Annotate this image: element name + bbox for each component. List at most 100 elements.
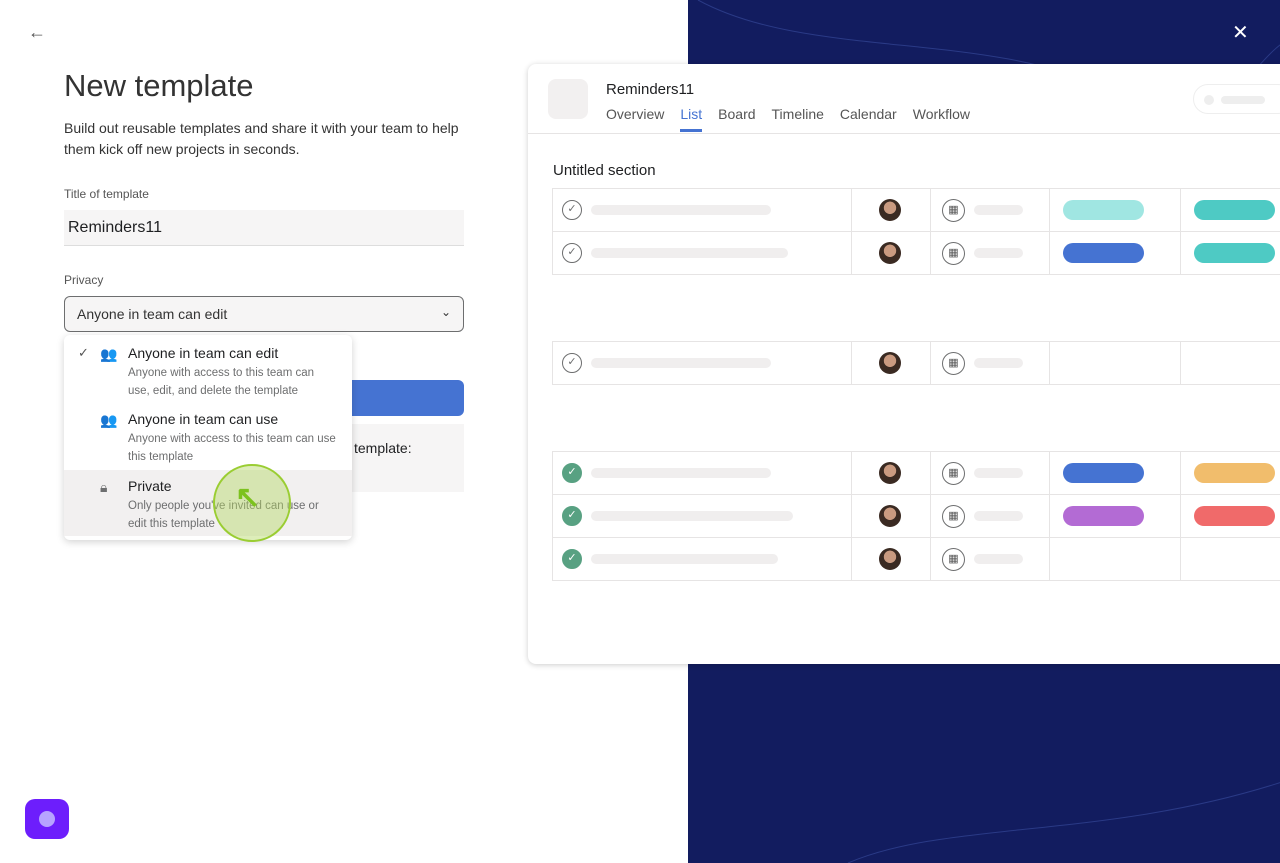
- tab-list[interactable]: List: [680, 106, 703, 132]
- cell-divider: [851, 495, 852, 537]
- cell-divider: [1180, 342, 1181, 384]
- title-input[interactable]: [64, 210, 464, 246]
- cell-divider: [1180, 452, 1181, 494]
- option-desc: Anyone with access to this team can use,…: [128, 367, 315, 397]
- task-row: ✓ ▦: [552, 494, 1280, 538]
- placeholder-bar: [591, 205, 771, 215]
- cell-divider: [1049, 495, 1050, 537]
- arrow-icon: ↖: [235, 481, 261, 514]
- cell-divider: [1049, 452, 1050, 494]
- cell-divider: [1049, 232, 1050, 274]
- tab-overview[interactable]: Overview: [606, 106, 664, 132]
- project-tabs: Overview List Board Timeline Calendar Wo…: [606, 106, 970, 132]
- cell-divider: [851, 189, 852, 231]
- privacy-dropdown: ✓ 👥 Anyone in team can edit Anyone with …: [64, 335, 352, 540]
- placeholder-bar: [591, 511, 793, 521]
- tab-timeline[interactable]: Timeline: [772, 106, 824, 132]
- divider: [528, 133, 1280, 134]
- calendar-icon[interactable]: ▦: [942, 242, 965, 265]
- cell-divider: [930, 538, 931, 580]
- chevron-down-icon: ⌄: [440, 305, 451, 319]
- people-icon: 👥: [100, 346, 118, 362]
- tag-pill: [1063, 200, 1144, 220]
- placeholder-bar: [591, 248, 788, 258]
- cell-divider: [1180, 495, 1181, 537]
- placeholder-bar: [591, 468, 771, 478]
- placeholder-toggle: [1193, 84, 1280, 114]
- task-row: ✓ ▦: [552, 231, 1280, 275]
- cell-divider: [1049, 189, 1050, 231]
- page-description: Build out reusable templates and share i…: [64, 120, 459, 157]
- privacy-value: Anyone in team can edit: [77, 306, 228, 322]
- tag-pill: [1063, 243, 1144, 263]
- project-name: Reminders11: [606, 81, 695, 98]
- avatar: [879, 462, 901, 484]
- cell-divider: [930, 342, 931, 384]
- title-label: Title of template: [64, 187, 149, 201]
- lock-icon: 🔒︎: [100, 479, 108, 495]
- chat-icon: [39, 811, 55, 827]
- option-label: Anyone in team can edit: [128, 345, 279, 361]
- cell-divider: [1180, 189, 1181, 231]
- check-icon: ✓: [78, 345, 89, 360]
- check-circle-icon[interactable]: ✓: [562, 463, 582, 483]
- avatar: [879, 548, 901, 570]
- tag-pill: [1194, 200, 1275, 220]
- arrow-left-icon[interactable]: ←: [28, 22, 46, 43]
- calendar-icon[interactable]: ▦: [942, 462, 965, 485]
- option-label: Anyone in team can use: [128, 411, 279, 427]
- placeholder-bar: [974, 205, 1023, 215]
- task-row: ✓ ▦: [552, 188, 1280, 232]
- check-circle-icon[interactable]: ✓: [562, 506, 582, 526]
- option-private[interactable]: 🔒︎ Private Only people you've invited ca…: [64, 470, 352, 536]
- placeholder-bar: [974, 511, 1023, 521]
- avatar: [879, 352, 901, 374]
- chat-button[interactable]: [25, 799, 69, 839]
- placeholder-bar: [591, 554, 778, 564]
- privacy-label: Privacy: [64, 273, 104, 287]
- calendar-icon[interactable]: ▦: [942, 199, 965, 222]
- cell-divider: [1049, 538, 1050, 580]
- cell-divider: [930, 189, 931, 231]
- check-circle-icon[interactable]: ✓: [562, 200, 582, 220]
- calendar-icon[interactable]: ▦: [942, 548, 965, 571]
- check-circle-icon[interactable]: ✓: [562, 243, 582, 263]
- section-title: Untitled section: [553, 162, 656, 179]
- cell-divider: [851, 452, 852, 494]
- option-desc: Anyone with access to this team can use …: [128, 433, 336, 463]
- cell-divider: [1180, 538, 1181, 580]
- info-box: template:: [340, 424, 464, 492]
- tab-board[interactable]: Board: [718, 106, 755, 132]
- close-icon[interactable]: ✕: [1232, 20, 1249, 45]
- task-row: ✓ ▦: [552, 451, 1280, 495]
- cell-divider: [851, 232, 852, 274]
- cell-divider: [851, 342, 852, 384]
- create-template-button[interactable]: [340, 380, 464, 416]
- privacy-select[interactable]: Anyone in team can edit ⌄: [64, 296, 464, 332]
- check-circle-icon[interactable]: ✓: [562, 549, 582, 569]
- tag-pill: [1194, 506, 1275, 526]
- cell-divider: [1049, 342, 1050, 384]
- placeholder-bar: [974, 468, 1023, 478]
- calendar-icon[interactable]: ▦: [942, 505, 965, 528]
- placeholder-bar: [974, 554, 1023, 564]
- cell-divider: [930, 495, 931, 537]
- tab-calendar[interactable]: Calendar: [840, 106, 897, 132]
- check-circle-icon[interactable]: ✓: [562, 353, 582, 373]
- tab-workflow[interactable]: Workflow: [913, 106, 970, 132]
- tag-pill: [1194, 243, 1275, 263]
- avatar: [879, 199, 901, 221]
- option-team-use[interactable]: 👥 Anyone in team can use Anyone with acc…: [64, 411, 352, 469]
- click-indicator: ↖: [213, 464, 291, 542]
- placeholder-bar: [974, 358, 1023, 368]
- calendar-icon[interactable]: ▦: [942, 352, 965, 375]
- option-team-edit[interactable]: ✓ 👥 Anyone in team can edit Anyone with …: [64, 345, 352, 409]
- tag-pill: [1063, 463, 1144, 483]
- task-row: ✓ ▦: [552, 537, 1280, 581]
- avatar: [879, 505, 901, 527]
- placeholder-bar: [591, 358, 771, 368]
- tag-pill: [1063, 506, 1144, 526]
- cell-divider: [930, 232, 931, 274]
- cell-divider: [930, 452, 931, 494]
- info-text: template:: [354, 440, 412, 456]
